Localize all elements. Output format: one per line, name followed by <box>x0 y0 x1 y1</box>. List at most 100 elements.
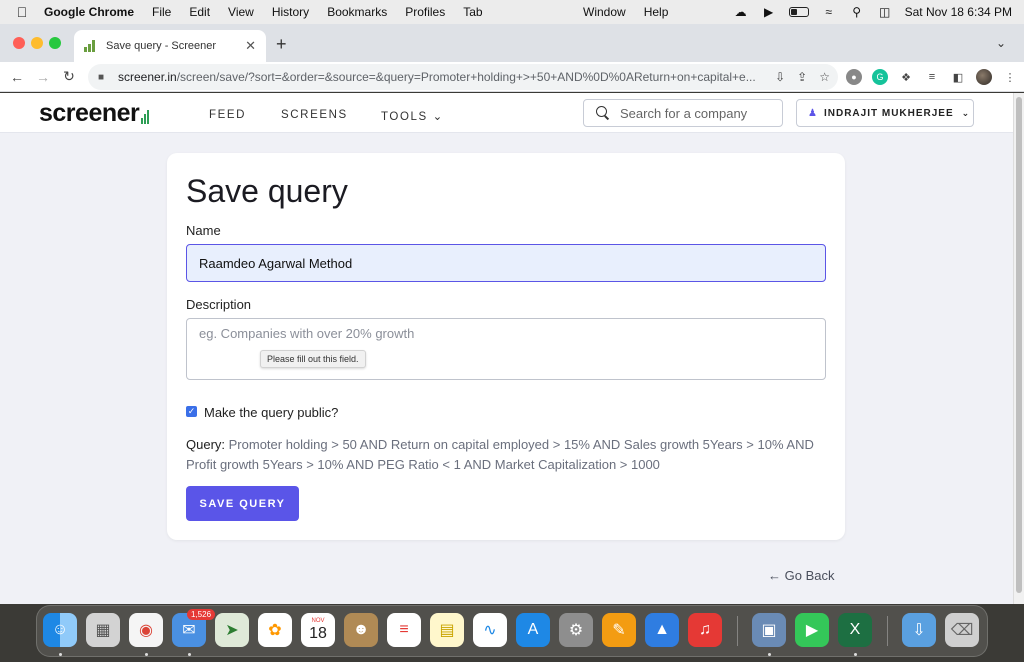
keynote-icon[interactable]: ▲ <box>645 613 679 647</box>
user-icon: ♟ <box>808 107 818 119</box>
menu-profiles[interactable]: Profiles <box>405 5 445 19</box>
calendar-month: NOV <box>311 618 325 624</box>
public-checkbox[interactable]: ✓ <box>186 406 197 417</box>
menubar-clock[interactable]: Sat Nov 18 6:34 PM <box>905 5 1012 19</box>
menu-edit[interactable]: Edit <box>189 5 210 19</box>
user-name: INDRAJIT MUKHERJEE <box>823 107 954 119</box>
screener-favicon-icon <box>84 40 98 52</box>
go-back-link[interactable]: ← Go Back <box>768 568 834 583</box>
dock-separator <box>737 616 738 646</box>
description-label: Description <box>186 297 252 312</box>
save-query-button[interactable]: SAVE QUERY <box>186 486 299 521</box>
company-search-input[interactable]: Search for a company <box>583 99 783 127</box>
window-minimize-button[interactable] <box>31 37 43 49</box>
reload-icon[interactable]: ↻ <box>56 68 82 85</box>
menu-view[interactable]: View <box>228 5 254 19</box>
notes-icon[interactable]: ▤ <box>430 613 464 647</box>
spotlight-search-icon[interactable]: ⚲ <box>849 5 865 19</box>
nav-tools-label: TOOLS <box>381 111 428 123</box>
tab-search-chevron-icon[interactable]: ⌄ <box>996 36 1006 50</box>
tab-close-icon[interactable]: ✕ <box>245 38 256 54</box>
grammarly-extension-icon[interactable]: G <box>872 69 888 85</box>
music-icon[interactable]: ♫ <box>688 613 722 647</box>
pages-icon[interactable]: ✎ <box>602 613 636 647</box>
tab-save-query[interactable]: Save query - Screener ✕ <box>74 30 266 62</box>
scrollbar-thumb[interactable] <box>1016 97 1022 593</box>
bookmark-star-icon[interactable]: ☆ <box>819 70 830 84</box>
mail-badge: 1,526 <box>187 609 216 620</box>
downloads-folder-icon[interactable]: ⇩ <box>902 613 936 647</box>
trash-icon[interactable]: ⌫ <box>945 613 979 647</box>
dock-separator <box>887 616 888 646</box>
nav-screens[interactable]: SCREENS <box>281 109 348 121</box>
battery-fill <box>790 9 798 15</box>
photos-icon[interactable]: ✿ <box>258 613 292 647</box>
facetime-icon[interactable]: ▶ <box>795 613 829 647</box>
wifi-icon[interactable]: ≈ <box>821 5 837 19</box>
address-bar[interactable]: ■ screener.in/screen/save/?sort=&order=&… <box>88 64 838 90</box>
validation-tooltip: Please fill out this field. <box>260 350 366 368</box>
extension-globe-icon[interactable]: ● <box>846 69 862 85</box>
install-app-icon[interactable]: ⇩ <box>775 70 785 84</box>
page-scrollbar[interactable] <box>1013 93 1024 604</box>
window-zoom-button[interactable] <box>49 37 61 49</box>
chevron-down-icon: ⌄ <box>432 111 444 123</box>
share-icon[interactable]: ⇪ <box>797 70 807 84</box>
logo-text: screener <box>39 99 140 127</box>
user-menu-button[interactable]: ♟ INDRAJIT MUKHERJEE ⌄ <box>796 99 974 127</box>
back-arrow-icon[interactable]: ← <box>4 69 30 85</box>
battery-icon[interactable] <box>788 7 809 17</box>
query-label: Query: <box>186 437 226 452</box>
search-placeholder: Search for a company <box>620 105 748 121</box>
chrome-icon[interactable]: ◉ <box>129 613 163 647</box>
excel-icon[interactable]: X <box>838 613 872 647</box>
menu-file[interactable]: File <box>152 5 171 19</box>
arrow-left-icon: ← <box>768 568 781 583</box>
name-input[interactable] <box>186 244 826 282</box>
url-path: /screen/save/?sort=&order=&source=&query… <box>176 70 756 84</box>
lock-icon[interactable]: ■ <box>98 72 110 83</box>
public-checkbox-label[interactable]: Make the query public? <box>204 405 338 420</box>
menu-tab[interactable]: Tab <box>463 5 482 19</box>
running-indicator <box>188 653 191 656</box>
reading-list-icon[interactable]: ≡ <box>924 69 940 85</box>
chevron-down-icon: ⌄ <box>961 107 971 118</box>
go-back-label: Go Back <box>784 568 835 583</box>
side-panel-icon[interactable]: ◧ <box>950 69 966 85</box>
screener-logo[interactable]: screener <box>39 99 150 128</box>
window-close-button[interactable] <box>13 37 25 49</box>
menu-help[interactable]: Help <box>644 5 669 19</box>
running-indicator <box>59 653 62 656</box>
macos-dock: ☺ ▦ ◉ ✉ 1,526 ➤ ✿ NOV 18 ☻ ≡ ▤ ∿ A ⚙ ✎ ▲… <box>36 605 988 657</box>
launchpad-icon[interactable]: ▦ <box>86 613 120 647</box>
app-store-icon[interactable]: A <box>516 613 550 647</box>
name-label: Name <box>186 223 221 238</box>
query-text: Promoter holding > 50 AND Return on capi… <box>186 437 814 472</box>
preview-icon[interactable]: ▣ <box>752 613 786 647</box>
maps-icon[interactable]: ➤ <box>215 613 249 647</box>
extensions-puzzle-icon[interactable]: ❖ <box>898 69 914 85</box>
menu-app-name[interactable]: Google Chrome <box>44 5 134 19</box>
menu-bookmarks[interactable]: Bookmarks <box>327 5 387 19</box>
finder-icon[interactable]: ☺ <box>43 613 77 647</box>
nav-tools[interactable]: TOOLS ⌄ <box>381 109 444 123</box>
freeform-icon[interactable]: ∿ <box>473 613 507 647</box>
new-tab-plus-icon[interactable]: + <box>276 34 287 55</box>
nav-feed[interactable]: FEED <box>209 109 246 121</box>
control-center-icon[interactable]: ◫ <box>877 5 893 19</box>
system-settings-icon[interactable]: ⚙ <box>559 613 593 647</box>
profile-avatar[interactable] <box>976 69 992 85</box>
menu-history[interactable]: History <box>272 5 309 19</box>
calendar-icon[interactable]: NOV 18 <box>301 613 335 647</box>
play-circle-icon[interactable]: ▶ <box>761 5 777 19</box>
chrome-menu-kebab-icon[interactable]: ⋮ <box>1002 69 1018 85</box>
contacts-icon[interactable]: ☻ <box>344 613 378 647</box>
apple-menu-icon[interactable]:  <box>14 4 30 20</box>
chrome-toolbar: ← → ↻ ■ screener.in/screen/save/?sort=&o… <box>0 62 1024 92</box>
query-summary: Query: Promoter holding > 50 AND Return … <box>186 435 836 475</box>
menu-window[interactable]: Window <box>583 5 626 19</box>
reminders-icon[interactable]: ≡ <box>387 613 421 647</box>
cloud-icon[interactable]: ☁ <box>733 5 749 19</box>
forward-arrow-icon[interactable]: → <box>30 69 56 85</box>
description-textarea[interactable] <box>186 318 826 380</box>
